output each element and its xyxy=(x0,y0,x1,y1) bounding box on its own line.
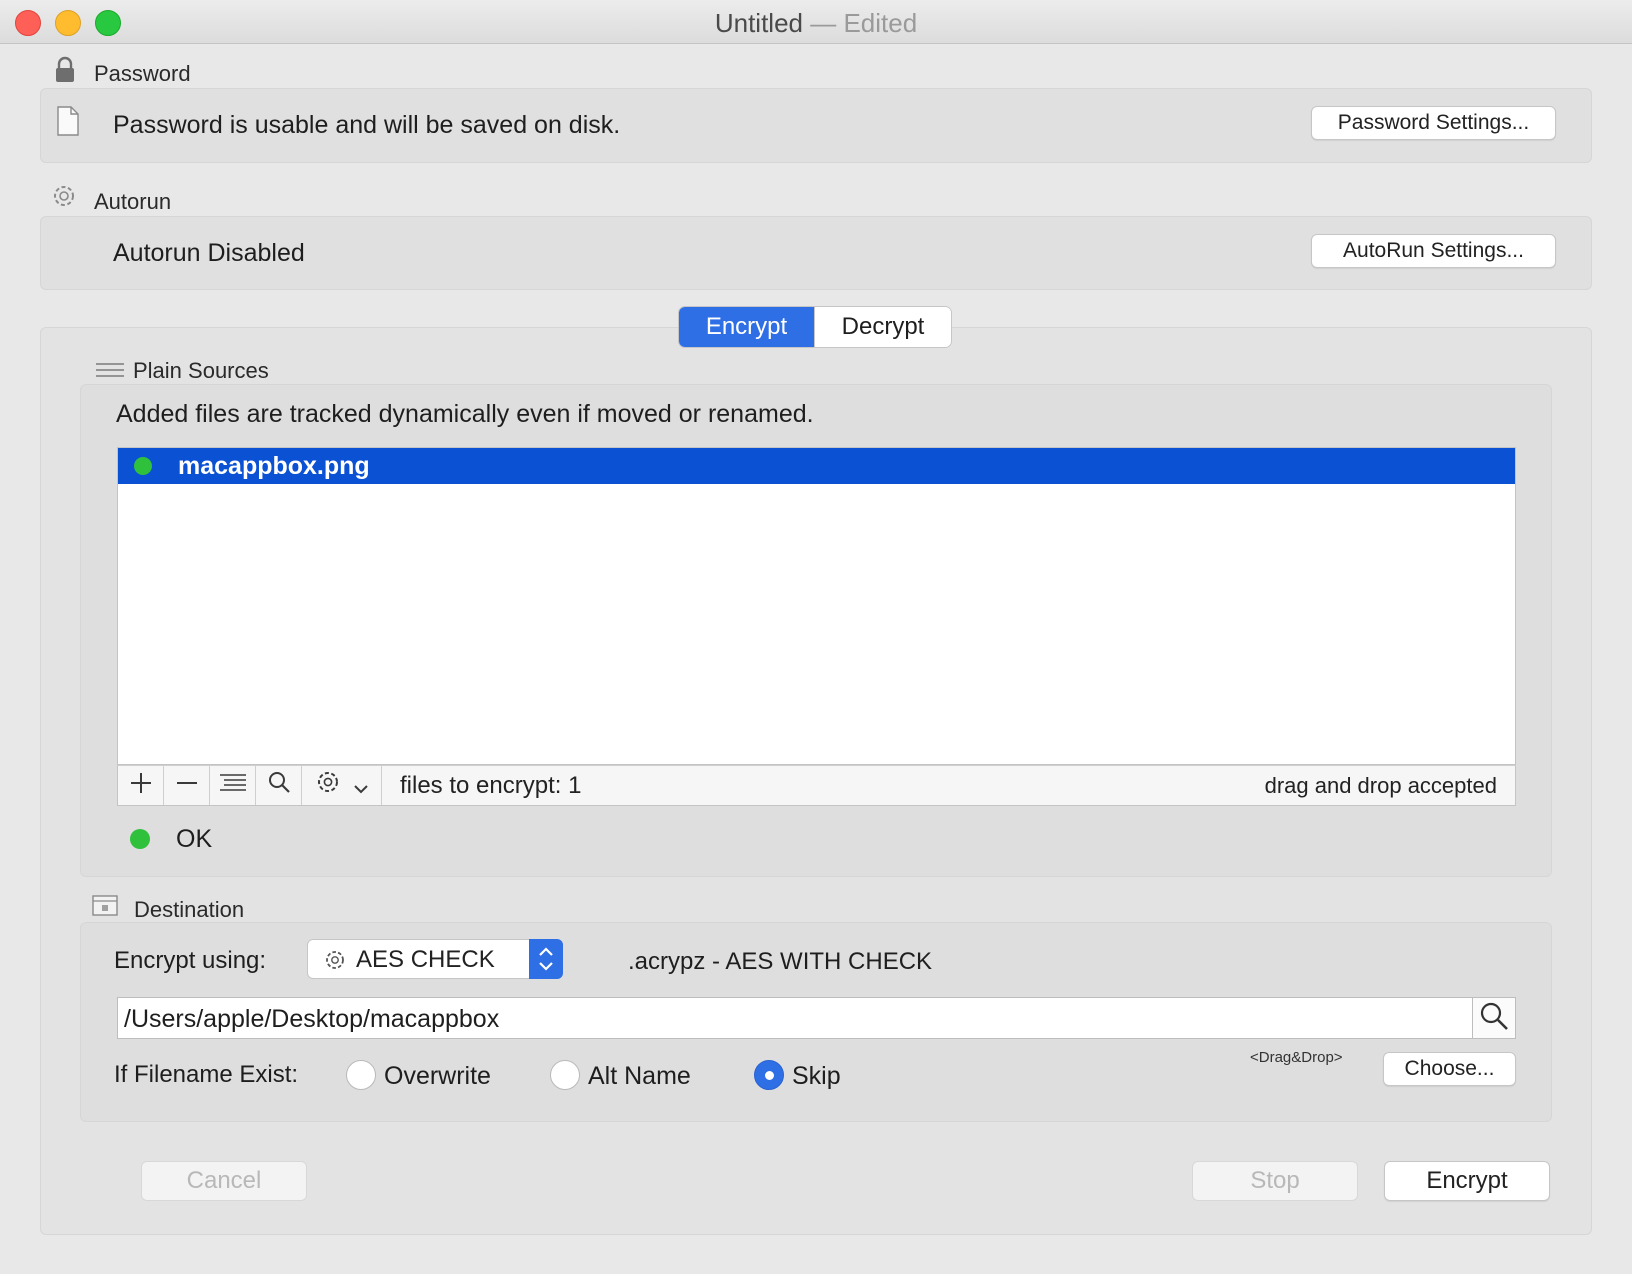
list-icon xyxy=(218,770,248,801)
ok-status-dot xyxy=(130,829,150,849)
file-name: macappbox.png xyxy=(178,452,370,480)
password-status-text: Password is usable and will be saved on … xyxy=(113,111,621,139)
gear-icon xyxy=(316,770,340,801)
stop-button[interactable]: Stop xyxy=(1192,1161,1358,1201)
gear-icon xyxy=(51,183,77,214)
title-bar: Untitled — Edited xyxy=(0,0,1632,44)
drag-drop-text: drag and drop accepted xyxy=(1264,773,1497,798)
search-files-button[interactable] xyxy=(256,766,302,805)
file-list-toolbar: files to encrypt: 1 drag and drop accept… xyxy=(117,765,1516,806)
plain-sources-hint: Added files are tracked dynamically even… xyxy=(116,400,814,428)
source-file-list[interactable]: macappbox.png xyxy=(117,447,1516,765)
encryption-method-description: .acrypz - AES WITH CHECK xyxy=(628,948,933,975)
encrypt-using-label: Encrypt using: xyxy=(114,947,267,974)
browse-path-button[interactable] xyxy=(1473,997,1516,1039)
folder-icon xyxy=(92,893,118,922)
ok-status-text: OK xyxy=(176,825,213,853)
encryption-method-value: AES CHECK xyxy=(356,946,495,973)
files-count-text: files to encrypt: 1 xyxy=(400,772,582,799)
autorun-section-label: Autorun xyxy=(94,189,172,214)
remove-file-button[interactable] xyxy=(164,766,210,805)
password-settings-button[interactable]: Password Settings... xyxy=(1311,106,1556,140)
document-icon xyxy=(56,106,80,141)
plus-icon xyxy=(130,770,152,801)
lock-icon xyxy=(54,56,76,89)
alt-name-radio-label[interactable]: Alt Name xyxy=(588,1062,691,1091)
window-title: Untitled — Edited xyxy=(0,8,1632,39)
if-exist-label: If Filename Exist: xyxy=(114,1061,299,1088)
encrypt-button[interactable]: Encrypt xyxy=(1384,1161,1550,1201)
password-section-label: Password xyxy=(94,61,191,86)
list-icon xyxy=(96,362,124,383)
autorun-settings-button[interactable]: AutoRun Settings... xyxy=(1311,234,1556,268)
window-title-edited: — Edited xyxy=(810,8,918,38)
add-file-button[interactable] xyxy=(118,766,164,805)
search-icon xyxy=(1479,1001,1509,1036)
cancel-button[interactable]: Cancel xyxy=(141,1161,307,1201)
encryption-method-select[interactable]: AES CHECK xyxy=(307,939,563,979)
alt-name-radio[interactable] xyxy=(550,1060,580,1090)
autorun-panel: Autorun Disabled AutoRun Settings... xyxy=(40,216,1592,290)
app-window: Untitled — Edited Password Password is u… xyxy=(0,0,1632,1274)
list-options-button[interactable] xyxy=(210,766,256,805)
up-down-chevron-icon xyxy=(529,939,563,979)
autorun-status-text: Autorun Disabled xyxy=(113,239,305,267)
destination-label: Destination xyxy=(134,897,245,922)
window-title-text: Untitled xyxy=(714,8,803,38)
search-icon xyxy=(267,770,291,801)
file-actions-menu[interactable] xyxy=(302,766,382,805)
chevron-down-icon xyxy=(353,770,368,801)
password-panel: Password is usable and will be saved on … xyxy=(40,88,1592,163)
choose-destination-button[interactable]: Choose... xyxy=(1383,1052,1516,1086)
destination-path-input[interactable] xyxy=(124,1004,1454,1034)
minus-icon xyxy=(176,770,198,801)
gear-icon xyxy=(324,949,346,976)
plain-sources-label: Plain Sources xyxy=(133,358,269,383)
skip-radio[interactable] xyxy=(754,1060,784,1090)
mode-segmented-control: Encrypt Decrypt xyxy=(678,306,952,348)
drag-drop-hint: <Drag&Drop> xyxy=(1250,1049,1343,1066)
file-status-dot xyxy=(134,457,152,475)
destination-path-field[interactable] xyxy=(117,997,1473,1039)
overwrite-radio-label[interactable]: Overwrite xyxy=(384,1062,491,1091)
tab-encrypt[interactable]: Encrypt xyxy=(679,307,814,347)
list-item[interactable]: macappbox.png xyxy=(118,448,1515,484)
overwrite-radio[interactable] xyxy=(346,1060,376,1090)
skip-radio-label[interactable]: Skip xyxy=(792,1062,841,1091)
tab-decrypt[interactable]: Decrypt xyxy=(814,307,951,347)
